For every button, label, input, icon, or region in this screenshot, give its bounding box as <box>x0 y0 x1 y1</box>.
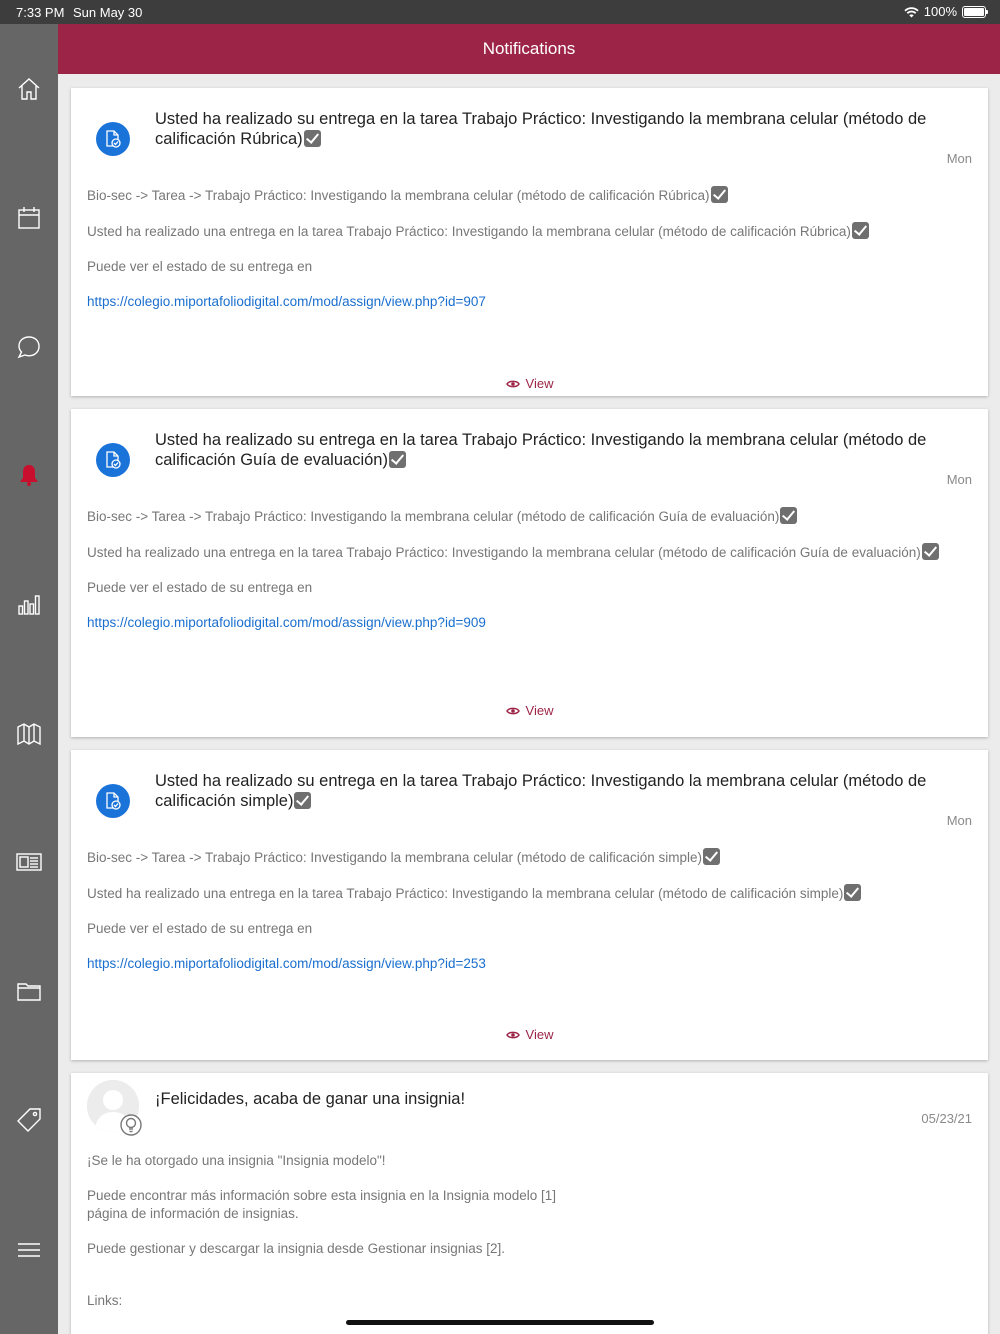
tag-icon <box>17 1108 41 1132</box>
check-icon <box>294 792 312 809</box>
eye-icon <box>505 707 520 714</box>
folder-icon <box>17 983 41 1001</box>
sidebar-item-home[interactable] <box>0 59 58 119</box>
sidebar-item-menu[interactable] <box>0 1220 58 1280</box>
sidebar-item-tags[interactable] <box>0 1090 58 1150</box>
lightbulb-icon <box>120 1114 142 1136</box>
sidebar-item-news[interactable] <box>0 832 58 892</box>
eye-icon <box>505 1031 520 1038</box>
bell-icon <box>20 465 38 486</box>
sidebar-item-calendar[interactable] <box>0 188 58 248</box>
sidebar-item-map[interactable] <box>0 704 58 764</box>
check-icon <box>303 130 321 147</box>
notifications-list: Usted ha realizado su entrega en la tare… <box>58 74 1000 1334</box>
notification-body: ¡Se le ha otorgado una insignia "Insigni… <box>87 1152 567 1327</box>
notification-body: Bio-sec -> Tarea -> Trabajo Práctico: In… <box>87 507 967 649</box>
assignment-icon <box>96 443 130 477</box>
notification-date: Mon <box>946 472 972 487</box>
assignment-icon <box>96 784 130 818</box>
notification-title: Usted ha realizado su entrega en la tare… <box>155 772 927 810</box>
badge-text: ¡Se le ha otorgado una insignia "Insigni… <box>87 1153 386 1168</box>
check-icon <box>921 543 939 560</box>
status-date: Sun May 30 <box>73 5 143 20</box>
assignment-link[interactable]: https://colegio.miportafoliodigital.com/… <box>87 294 486 309</box>
status-time: 7:33 PM <box>16 5 65 20</box>
notification-card: Usted ha realizado su entrega en la tare… <box>71 88 988 396</box>
assignment-link[interactable]: https://colegio.miportafoliodigital.com/… <box>87 615 486 630</box>
check-icon <box>388 451 406 468</box>
header: Notifications <box>58 24 1000 74</box>
eye-icon <box>505 380 520 387</box>
status-text: Puede ver el estado de su entrega en <box>87 580 313 595</box>
status-bar: 7:33 PM Sun May 30 100% <box>0 0 1000 24</box>
badge-notification-card: ¡Felicidades, acaba de ganar una insigni… <box>71 1073 988 1334</box>
sidebar-item-notifications[interactable] <box>0 445 58 505</box>
check-icon <box>703 848 721 865</box>
chat-icon <box>17 336 40 359</box>
assignment-icon <box>96 122 130 156</box>
check-icon <box>851 222 869 239</box>
sidebar-item-grades[interactable] <box>0 574 58 634</box>
badge-info-text: Puede encontrar más información sobre es… <box>87 1188 557 1221</box>
notification-card: Usted ha realizado su entrega en la tare… <box>71 409 988 737</box>
notification-card: Usted ha realizado su entrega en la tare… <box>71 750 988 1060</box>
notification-title: ¡Felicidades, acaba de ganar una insigni… <box>155 1090 466 1108</box>
newspaper-icon <box>16 853 42 871</box>
home-icon <box>18 78 40 100</box>
notification-date: Mon <box>946 151 972 166</box>
view-button[interactable]: View <box>71 703 988 718</box>
notification-title: Usted ha realizado su entrega en la tare… <box>155 110 927 148</box>
notification-body: Bio-sec -> Tarea -> Trabajo Práctico: In… <box>87 848 967 990</box>
check-icon <box>710 186 728 203</box>
notification-title: Usted ha realizado su entrega en la tare… <box>155 431 927 469</box>
battery-percent: 100% <box>923 4 957 19</box>
notification-body: Bio-sec -> Tarea -> Trabajo Práctico: In… <box>87 186 967 328</box>
assignment-link[interactable]: https://colegio.miportafoliodigital.com/… <box>87 956 486 971</box>
status-text: Puede ver el estado de su entrega en <box>87 921 313 936</box>
notification-date: Mon <box>946 813 972 828</box>
calendar-icon <box>18 207 40 229</box>
battery-icon <box>962 5 988 18</box>
page-title: Notifications <box>482 39 576 58</box>
check-icon <box>844 884 862 901</box>
home-indicator[interactable] <box>346 1320 654 1325</box>
status-text: Puede ver el estado de su entrega en <box>87 259 313 274</box>
map-icon <box>17 723 41 746</box>
status-right: 100% <box>904 4 988 19</box>
links-label: Links: <box>87 1293 123 1308</box>
sidebar <box>0 24 58 1334</box>
bar-chart-icon <box>18 595 40 615</box>
view-button[interactable]: View <box>71 376 988 391</box>
sidebar-item-messages[interactable] <box>0 317 58 377</box>
wifi-icon <box>904 6 919 17</box>
badge-manage-text: Puede gestionar y descargar la insignia … <box>87 1241 505 1256</box>
check-icon <box>780 507 798 524</box>
view-button[interactable]: View <box>71 1027 988 1042</box>
notification-date: 05/23/21 <box>921 1111 972 1126</box>
menu-icon <box>18 1243 40 1257</box>
sidebar-item-files[interactable] <box>0 961 58 1021</box>
